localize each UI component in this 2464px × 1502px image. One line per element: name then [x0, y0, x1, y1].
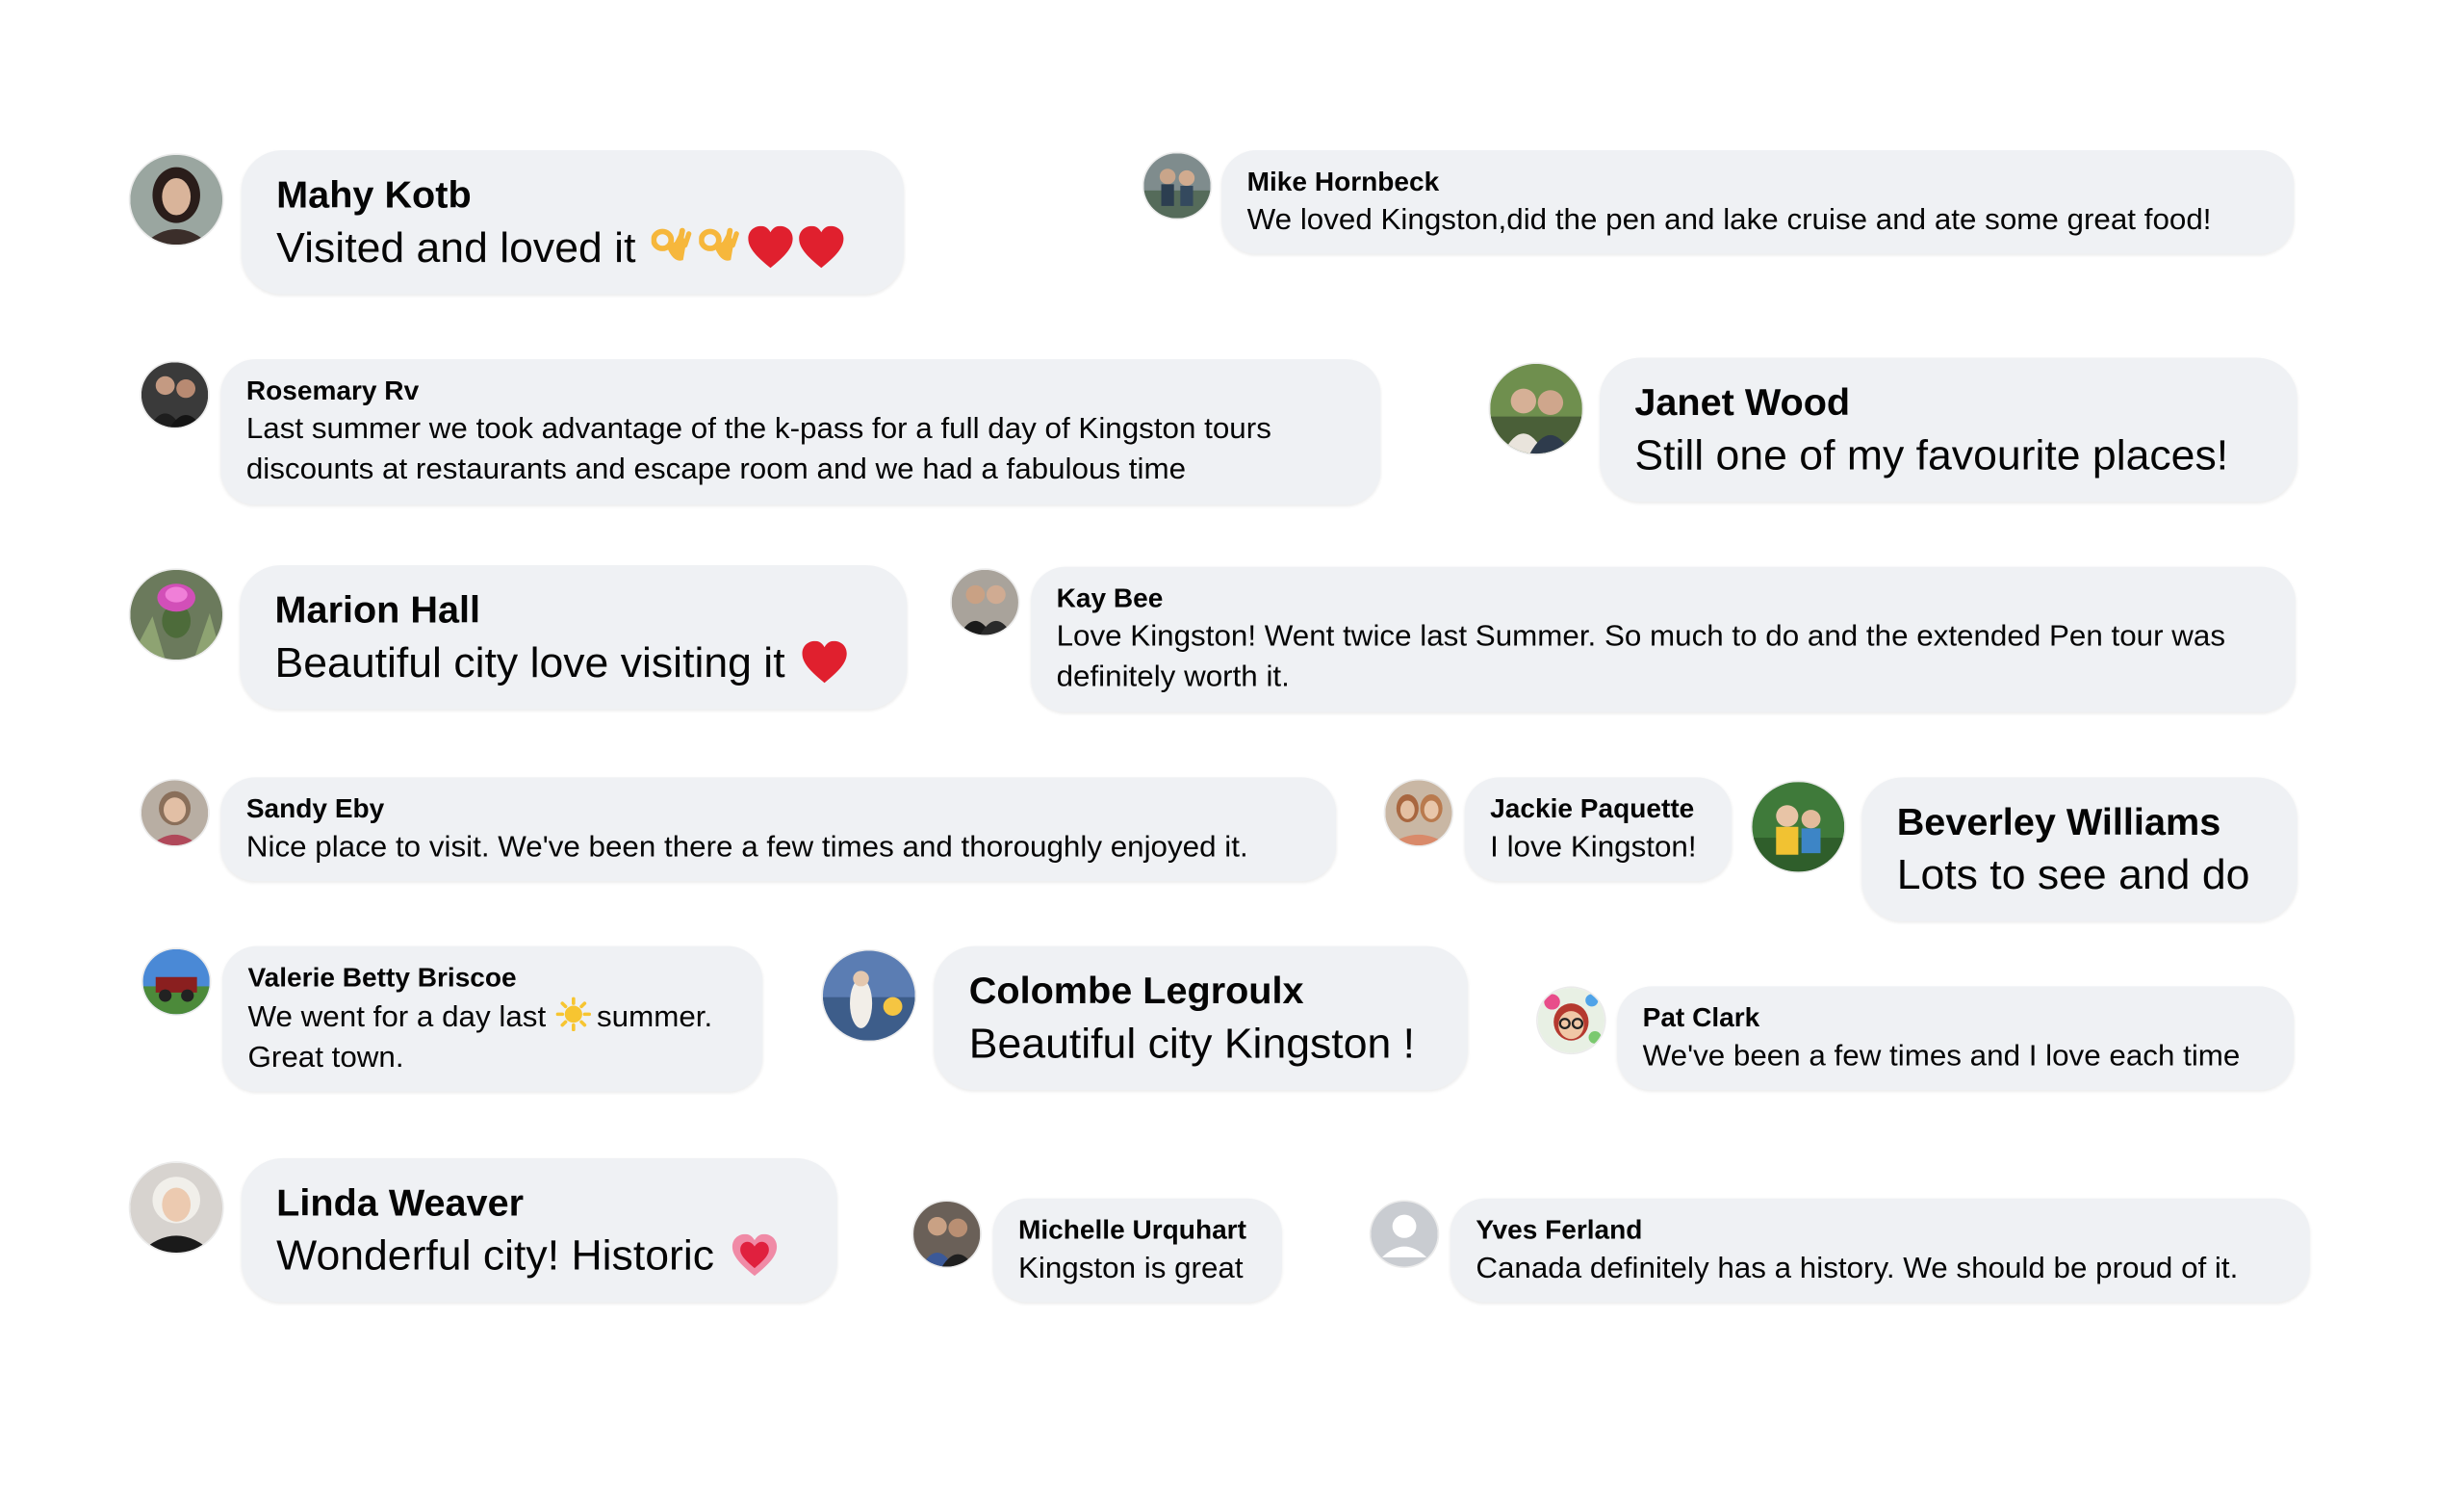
- commenter-name[interactable]: Colombe Legroulx: [969, 968, 1433, 1017]
- avatar[interactable]: [130, 569, 223, 660]
- comment-bubble: Jackie Paquette I love Kingston!: [1464, 777, 1732, 882]
- comment-text: Still one of my favourite places!: [1634, 431, 2229, 479]
- commenter-name[interactable]: Beverley Williams: [1897, 799, 2263, 848]
- comment-bubble: Sandy Eby Nice place to visit. We've bee…: [220, 777, 1337, 882]
- commenter-name[interactable]: Michelle Urquhart: [1018, 1212, 1257, 1250]
- avatar[interactable]: [141, 780, 209, 846]
- heart-with-ribbon-icon: [731, 1233, 779, 1278]
- commenter-name[interactable]: Valerie Betty Briscoe: [247, 960, 736, 997]
- avatar[interactable]: [1385, 780, 1452, 846]
- commenter-name[interactable]: Mahy Kotb: [276, 172, 869, 221]
- comment-text: Love Kingston! Went twice last Summer. S…: [1056, 620, 2226, 694]
- comment-text: Last summer we took advantage of the k-p…: [245, 413, 1271, 486]
- comment-bubble: Beverley Williams Lots to see and do: [1861, 777, 2297, 921]
- comment-text: Nice place to visit. We've been there a …: [245, 831, 1248, 865]
- comment-bubble: Michelle Urquhart Kingston is great: [992, 1198, 1282, 1303]
- avatar[interactable]: [142, 948, 210, 1015]
- commenter-name[interactable]: Yves Ferland: [1476, 1212, 2284, 1250]
- comment-text: Lots to see and do: [1896, 851, 2250, 898]
- commenter-name[interactable]: Mike Hornbeck: [1247, 164, 2269, 201]
- comments-collage: Mahy Kotb Visited and loved it Mike Horn…: [0, 0, 2464, 1502]
- commenter-name[interactable]: Janet Wood: [1634, 379, 2262, 428]
- red-heart-icon: [747, 225, 795, 270]
- comment-text: We loved Kingston,did the pen and lake c…: [1246, 204, 2212, 238]
- comment-text: Canada definitely has a history. We shou…: [1476, 1253, 2239, 1285]
- comment-bubble: Linda Weaver Wonderful city! Historic: [241, 1157, 837, 1303]
- commenter-name[interactable]: Pat Clark: [1643, 1000, 2269, 1038]
- comment-text-content: We went for a day last: [247, 1001, 547, 1035]
- ok-hand-icon: [651, 226, 693, 270]
- commenter-name[interactable]: Kay Bee: [1057, 581, 2271, 618]
- avatar[interactable]: [1752, 782, 1845, 872]
- comment-text: Wonderful city! Historic: [276, 1230, 802, 1282]
- comment-bubble: Mike Hornbeck We loved Kingston,did the …: [1221, 149, 2295, 254]
- avatar[interactable]: [130, 154, 223, 246]
- comment-bubble: Mahy Kotb Visited and loved it: [241, 149, 905, 295]
- avatar[interactable]: [1143, 153, 1211, 219]
- ok-hand-icon: [699, 226, 740, 270]
- commenter-name[interactable]: Sandy Eby: [246, 791, 1311, 829]
- comment-bubble: Pat Clark We've been a few times and I l…: [1617, 986, 2295, 1091]
- avatar[interactable]: [913, 1201, 981, 1267]
- comment-text: Beautiful city Kingston !: [968, 1020, 1416, 1068]
- red-heart-icon: [798, 225, 846, 270]
- commenter-name[interactable]: Jackie Paquette: [1490, 791, 1706, 829]
- comment-text: Beautiful city love visiting it: [275, 636, 873, 689]
- comment-bubble: Yves Ferland Canada definitely has a his…: [1450, 1198, 2310, 1303]
- comment-bubble: Janet Wood Still one of my favourite pla…: [1600, 357, 2297, 503]
- avatar[interactable]: [822, 950, 915, 1041]
- comment-bubble: Rosemary Rv Last summer we took advantag…: [220, 359, 1381, 505]
- avatar[interactable]: [130, 1162, 223, 1254]
- comment-bubble: Marion Hall Beautiful city love visiting…: [240, 564, 908, 710]
- commenter-name[interactable]: Marion Hall: [275, 587, 873, 636]
- avatar[interactable]: [1537, 988, 1605, 1053]
- red-heart-icon: [801, 640, 849, 685]
- comment-text-content: Wonderful city! Historic: [276, 1232, 715, 1280]
- avatar[interactable]: [141, 362, 209, 427]
- avatar[interactable]: [1371, 1201, 1438, 1267]
- comment-text-content: Visited and loved it: [276, 224, 636, 272]
- comment-bubble: Colombe Legroulx Beautiful city Kingston…: [934, 945, 1469, 1091]
- commenter-name[interactable]: Linda Weaver: [276, 1179, 802, 1229]
- avatar[interactable]: [1490, 363, 1582, 454]
- comment-text: Visited and loved it: [276, 221, 869, 274]
- comment-bubble: Kay Bee Love Kingston! Went twice last S…: [1031, 566, 2296, 712]
- comment-text: Kingston is great: [1017, 1253, 1244, 1285]
- commenter-name[interactable]: Rosemary Rv: [246, 374, 1355, 411]
- comment-text-content: Beautiful city love visiting it: [274, 639, 785, 686]
- comment-text: I love Kingston!: [1490, 831, 1697, 865]
- comment-bubble: Valerie Betty Briscoe We went for a day …: [222, 945, 763, 1092]
- comment-text: We went for a day last summer. Great town…: [247, 997, 736, 1079]
- sun-icon: [555, 997, 591, 1032]
- avatar[interactable]: [951, 569, 1018, 635]
- comment-text: We've been a few times and I love each t…: [1642, 1040, 2241, 1074]
